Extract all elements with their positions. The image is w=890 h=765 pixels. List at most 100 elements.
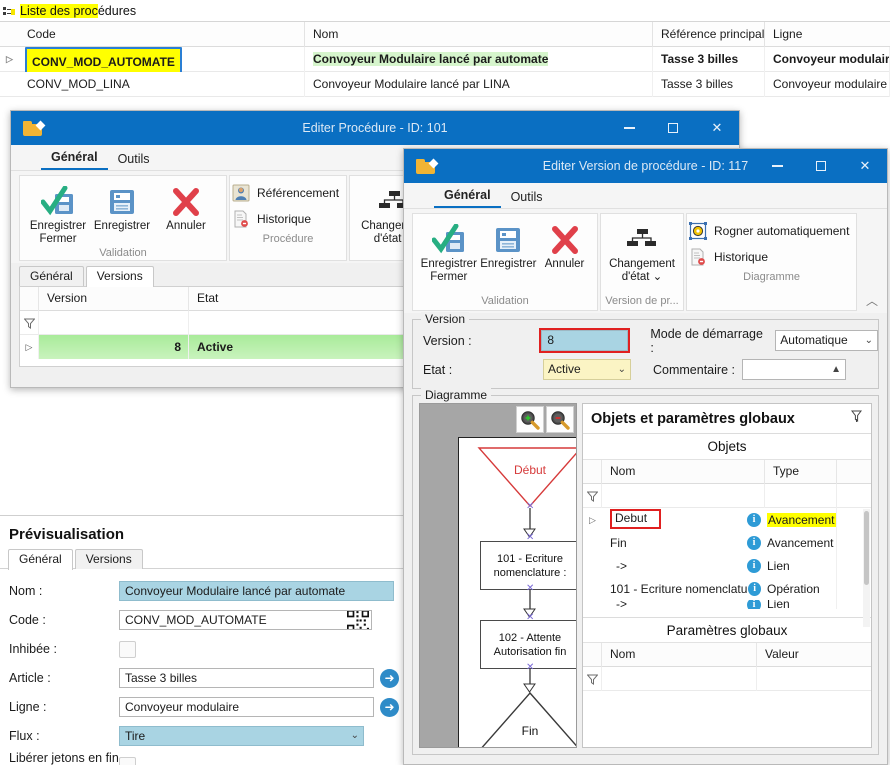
select-mode-demarrage[interactable]: Automatique ⌄ [775, 330, 878, 351]
zoom-out-button[interactable] [546, 406, 574, 433]
filter-cell-valeur[interactable] [757, 667, 863, 691]
info-icon[interactable]: i [747, 535, 761, 550]
row-expander[interactable] [583, 600, 602, 609]
maximize-button[interactable] [651, 111, 695, 145]
node-fin[interactable]: Fin [477, 691, 577, 748]
qr-code-icon[interactable] [347, 610, 369, 630]
select-etat[interactable]: Active ⌄ [543, 359, 631, 380]
checkbox-inhibee[interactable] [119, 640, 136, 658]
version-row: Version : 8 Mode de démarrage : Automati… [423, 327, 878, 355]
row-expander[interactable] [0, 72, 19, 97]
chevron-down-icon[interactable]: ⌄ [351, 727, 359, 745]
enregistrer-fermer-line2: Fermer [430, 271, 468, 283]
window-editer-version[interactable]: Editer Version de procédure - ID: 117 ✕ … [403, 148, 888, 765]
objects-scrollbar[interactable] [863, 509, 870, 627]
column-header-reference[interactable]: Référence principale [653, 22, 765, 47]
cell-nom: Convoyeur Modulaire lancé par LINA [305, 71, 653, 97]
referencement-button[interactable]: Référencement [230, 180, 346, 206]
chevron-up-icon[interactable]: ︿ [866, 292, 878, 309]
ribbon-tab-outils[interactable]: Outils [108, 150, 160, 170]
checkbox-liberer-jetons[interactable] [119, 756, 136, 765]
tab-general-procedure[interactable]: Général [19, 266, 84, 286]
table-row[interactable]: -> i Lien [583, 600, 871, 609]
go-arrow-icon-article[interactable]: ➜ [380, 668, 399, 688]
column-header-nom[interactable]: Nom [602, 460, 765, 484]
params-grid-filter-row[interactable] [583, 667, 871, 691]
ribbon-tab-general[interactable]: Général [41, 148, 108, 170]
window-version-titlebar[interactable]: Editer Version de procédure - ID: 117 ✕ [404, 149, 887, 183]
tab-versions-procedure[interactable]: Versions [85, 266, 154, 287]
diagram-canvas[interactable]: Début ✕ ✕ 101 - Ecriture nomenclature : [419, 403, 577, 748]
table-row[interactable]: ▷ CONV_MOD_AUTOMATE Convoyeur Modulaire … [0, 46, 890, 72]
table-row[interactable]: CONV_MOD_LINA Convoyeur Modulaire lancé … [0, 71, 890, 97]
info-icon[interactable]: i [747, 512, 761, 527]
objects-grid-filter-row[interactable] [583, 484, 871, 508]
column-header-type[interactable]: Type [765, 460, 837, 484]
row-expander[interactable]: ▷ [583, 508, 602, 532]
row-expander[interactable]: ▷ [0, 47, 19, 72]
select-flux[interactable]: Tire ⌄ [119, 726, 364, 746]
enregistrer-fermer-button[interactable]: Enregistrer Fermer [26, 180, 90, 246]
filter-cell-nom[interactable] [602, 484, 765, 508]
row-expander[interactable] [583, 577, 602, 601]
column-header-code[interactable]: Code [19, 22, 305, 47]
filter-cell-nom[interactable] [602, 667, 757, 691]
column-header-version[interactable]: Version [39, 287, 189, 311]
filter-icon[interactable] [583, 667, 602, 691]
chevron-down-icon[interactable]: ⌄ [865, 331, 873, 350]
enregistrer-button[interactable]: Enregistrer [479, 218, 539, 294]
input-commentaire[interactable]: ▲ [741, 359, 846, 380]
close-button[interactable]: ✕ [695, 111, 739, 145]
input-code[interactable]: CONV_MOD_AUTOMATE [119, 610, 372, 630]
input-nom[interactable]: Convoyeur Modulaire lancé par automate [119, 581, 394, 601]
pin-icon[interactable] [850, 410, 863, 427]
window-procedure-titlebar[interactable]: Editer Procédure - ID: 101 ✕ [11, 111, 739, 145]
rogner-automatiquement-button[interactable]: Rogner automatiquement [687, 218, 856, 244]
changement-etat-button[interactable]: Changement d'état ⌄ [607, 218, 677, 294]
filter-cell-type[interactable] [765, 484, 837, 508]
column-header-ligne[interactable]: Ligne [765, 22, 890, 47]
annuler-button[interactable]: Annuler [538, 218, 591, 294]
column-header-valeur[interactable]: Valeur [757, 643, 863, 667]
input-ligne[interactable]: Convoyeur modulaire [119, 697, 374, 717]
minimize-button[interactable] [607, 111, 651, 145]
go-arrow-icon-ligne[interactable]: ➜ [380, 697, 399, 717]
cell-nom-text: Fin [610, 535, 627, 550]
input-version[interactable]: 8 [539, 328, 631, 353]
info-icon[interactable]: i [748, 581, 761, 596]
input-article[interactable]: Tasse 3 billes [119, 668, 374, 688]
enregistrer-fermer-button[interactable]: Enregistrer Fermer [419, 218, 479, 294]
historique-button[interactable]: Historique [230, 206, 346, 232]
ribbon-tab-outils[interactable]: Outils [501, 188, 553, 208]
filter-icon[interactable] [583, 484, 602, 508]
row-expander[interactable] [583, 531, 602, 555]
info-icon[interactable]: i [747, 600, 761, 609]
table-row[interactable]: Fin i Avancement [583, 530, 871, 555]
chevron-up-icon[interactable]: ▲ [831, 360, 841, 379]
historique-button[interactable]: Historique [687, 244, 856, 270]
node-debut[interactable]: Début [477, 446, 577, 508]
table-row[interactable]: ▷ Debut i Avancement [583, 507, 871, 532]
cell-nom: Fin i [602, 531, 765, 555]
ribbon-tab-general[interactable]: Général [434, 186, 501, 208]
minimize-button[interactable] [755, 149, 799, 183]
column-header-nom[interactable]: Nom [305, 22, 653, 47]
cell-type: Lien [765, 600, 837, 609]
row-expander[interactable] [583, 554, 602, 578]
column-header-nom[interactable]: Nom [602, 643, 757, 667]
chevron-down-icon[interactable]: ⌄ [618, 360, 626, 379]
maximize-button[interactable] [799, 149, 843, 183]
tab-versions[interactable]: Versions [74, 549, 143, 569]
annuler-button[interactable]: Annuler [154, 180, 218, 246]
tab-general[interactable]: Général [8, 549, 73, 570]
zoom-in-button[interactable] [516, 406, 544, 433]
filter-cell-version[interactable] [39, 311, 189, 335]
filter-icon[interactable] [20, 311, 39, 335]
enregistrer-button[interactable]: Enregistrer [90, 180, 154, 246]
ribbon-group-version-label: Version de pr... [605, 295, 679, 307]
close-button[interactable]: ✕ [843, 149, 887, 183]
row-expander[interactable]: ▷ [20, 335, 39, 359]
info-icon[interactable]: i [747, 558, 761, 573]
table-row[interactable]: -> i Lien [583, 553, 871, 578]
table-row[interactable]: 101 - Ecriture nomenclatur... i Opératio… [583, 576, 871, 601]
